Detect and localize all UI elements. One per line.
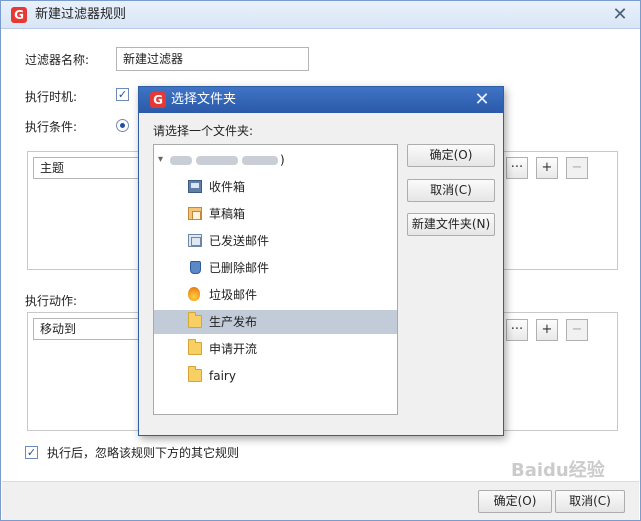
action-remove-button[interactable]: − [566, 319, 588, 341]
folder-label: 申请开流 [209, 342, 258, 356]
app-logo-icon: G [11, 7, 27, 23]
new-folder-button[interactable]: 新建文件夹(N) [407, 213, 495, 236]
exec-action-label: 执行动作: [25, 294, 78, 308]
folder-item-junk[interactable]: 垃圾邮件 [154, 283, 397, 307]
ok-button[interactable]: 确定(O) [478, 490, 552, 513]
inbox-icon [188, 180, 202, 193]
window-titlebar[interactable]: G 新建过滤器规则 ✕ [1, 1, 640, 29]
window-close-icon[interactable]: ✕ [610, 6, 630, 24]
dialog-cancel-button[interactable]: 取消(C) [407, 179, 495, 202]
action-more-button[interactable]: ··· [506, 319, 528, 341]
drafts-icon [188, 207, 202, 220]
condition-more-button[interactable]: ··· [506, 157, 528, 179]
folder-prompt: 请选择一个文件夹: [153, 124, 254, 138]
exec-condition-label: 执行条件: [25, 120, 78, 134]
expand-arrow-icon[interactable]: ▾ [158, 148, 163, 172]
junk-icon [188, 287, 200, 301]
select-folder-dialog: G 选择文件夹 ✕ 请选择一个文件夹: ▾ ) 收件箱 草稿箱 已发送邮件 已删… [138, 86, 504, 436]
dialog-close-icon[interactable]: ✕ [472, 91, 492, 109]
folder-label: 收件箱 [209, 180, 246, 194]
exec-condition-radio[interactable] [116, 119, 129, 132]
exec-time-label: 执行时机: [25, 90, 78, 104]
action-field-select[interactable]: 移动到 [33, 318, 145, 340]
folder-label: 垃圾邮件 [209, 288, 258, 302]
folder-tree[interactable]: ▾ ) 收件箱 草稿箱 已发送邮件 已删除邮件 垃圾邮件 生产发布 申请开流 f… [153, 144, 398, 415]
folder-label: fairy [209, 369, 236, 383]
condition-add-button[interactable]: + [536, 157, 558, 179]
dialog-title: 选择文件夹 [171, 92, 237, 107]
folder-icon [188, 339, 202, 355]
filter-name-input[interactable]: 新建过滤器 [116, 47, 309, 71]
dialog-button-bar: 确定(O) 取消(C) [2, 481, 639, 520]
folder-item-apply-open[interactable]: 申请开流 [154, 337, 397, 361]
action-add-button[interactable]: + [536, 319, 558, 341]
account-suffix: ) [280, 153, 285, 167]
dialog-ok-button[interactable]: 确定(O) [407, 144, 495, 167]
folder-item-production-release[interactable]: 生产发布 [154, 310, 397, 334]
ignore-rules-label: 执行后，忽略该规则下方的其它规则 [47, 446, 240, 460]
watermark: Baidu经验 [511, 460, 605, 481]
dialog-logo-icon: G [150, 92, 166, 108]
condition-field-select[interactable]: 主题 [33, 157, 145, 179]
account-redacted [170, 156, 192, 165]
account-redacted [196, 156, 238, 165]
folder-item-drafts[interactable]: 草稿箱 [154, 202, 397, 226]
account-root-node[interactable]: ▾ ) [154, 148, 397, 172]
window-title: 新建过滤器规则 [35, 7, 127, 22]
folder-item-sent[interactable]: 已发送邮件 [154, 229, 397, 253]
dialog-titlebar[interactable]: G 选择文件夹 ✕ [139, 87, 503, 113]
trash-icon [190, 261, 201, 274]
ignore-rules-checkbox[interactable]: ✓ [25, 446, 38, 459]
folder-icon [188, 366, 202, 382]
sent-icon [188, 234, 202, 247]
cancel-button[interactable]: 取消(C) [555, 490, 625, 513]
exec-time-checkbox[interactable]: ✓ [116, 88, 129, 101]
folder-label: 已发送邮件 [209, 234, 270, 248]
folder-label: 生产发布 [209, 315, 258, 329]
folder-item-fairy[interactable]: fairy [154, 364, 397, 388]
filter-name-label: 过滤器名称: [25, 53, 90, 67]
account-redacted [242, 156, 278, 165]
folder-label: 草稿箱 [209, 207, 246, 221]
folder-item-inbox[interactable]: 收件箱 [154, 175, 397, 199]
folder-icon [188, 312, 202, 328]
folder-item-deleted[interactable]: 已删除邮件 [154, 256, 397, 280]
condition-remove-button[interactable]: − [566, 157, 588, 179]
folder-label: 已删除邮件 [209, 261, 270, 275]
